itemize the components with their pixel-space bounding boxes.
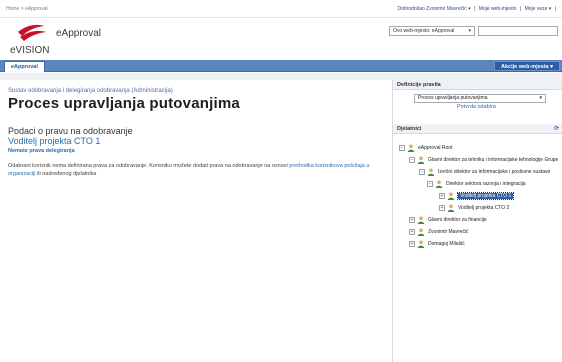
my-site-link[interactable]: Moje web-mjesto — [479, 6, 517, 12]
main-content: Sustav odobravanja i delegiranja odobrav… — [0, 80, 392, 362]
right-panel: Definicije pravila Proces upravljanja pu… — [393, 80, 562, 362]
no-delegation-rights: Nemate prava delegiranja — [8, 148, 75, 154]
person-icon — [427, 168, 435, 176]
person-icon — [447, 204, 455, 212]
role-title: Voditelj projekta CTO 1 — [8, 136, 101, 146]
person-icon — [417, 240, 425, 248]
definitions-header: Definicije pravila — [393, 80, 562, 90]
top-breadcrumb[interactable]: Home > eApproval — [6, 6, 48, 12]
definitions-box: Proces upravljanja putovanjima ▾ Potvrda… — [393, 90, 562, 116]
employees-header: Djelatnici ⟳ — [393, 124, 562, 134]
tree-node-label[interactable]: Direktor sektora razvoja i integracija — [446, 181, 525, 187]
site-actions-menu[interactable]: Akcije web-mjesta ▾ — [494, 61, 560, 71]
section-title: Podaci o pravu na odobravanje — [8, 126, 133, 136]
page-breadcrumb[interactable]: Sustav odobravanja i delegiranja odobrav… — [8, 88, 392, 94]
welcome-menu[interactable]: Dobrodošao Zvonimir Mavrečić ▾ — [398, 6, 471, 12]
person-icon — [417, 156, 425, 164]
separator: | — [474, 5, 476, 12]
tree-node[interactable]: − Direktor sektora razvoja i integracija — [393, 178, 562, 190]
tree-node-label[interactable]: Zvonimir Mavrečić — [428, 229, 469, 235]
employees-title: Djelatnici — [397, 126, 422, 132]
expand-icon[interactable]: + — [409, 217, 415, 223]
search-input[interactable] — [478, 26, 558, 36]
tree-node-label[interactable]: eApproval Root — [418, 145, 452, 151]
description-body: Odabrani korisnik nema definirana prava … — [8, 163, 288, 169]
global-top-bar: Home > eApproval Dobrodošao Zvonimir Mav… — [0, 0, 562, 18]
definition-select[interactable]: Proces upravljanja putovanjima ▾ — [414, 94, 546, 103]
collapse-icon[interactable]: − — [409, 157, 415, 163]
header-strip — [0, 73, 562, 80]
top-right-links: Dobrodošao Zvonimir Mavrečić ▾ | Moje we… — [396, 6, 556, 12]
refresh-icon[interactable]: ⟳ — [554, 124, 559, 134]
expand-icon[interactable]: + — [409, 241, 415, 247]
chevron-down-icon: ▾ — [468, 28, 471, 34]
tree-node-label[interactable]: Glavni direktor za tehniku i informacijs… — [428, 157, 558, 163]
tree-node[interactable]: + Glavni direktor za financije — [393, 214, 562, 226]
site-title[interactable]: eApproval — [56, 28, 101, 39]
expand-icon[interactable]: + — [439, 205, 445, 211]
confirm-selection-link[interactable]: Potvrda odabira — [457, 104, 496, 110]
tab-eapproval[interactable]: eApproval — [4, 61, 45, 72]
tree-node[interactable]: − Glavni direktor za tehniku i informacij… — [393, 154, 562, 166]
employee-tree: − eApproval Root − Glavni direktor za tehni… — [393, 134, 562, 250]
collapse-icon[interactable]: − — [419, 169, 425, 175]
tree-node[interactable]: + Voditelj projekta CTO 1 — [393, 190, 562, 202]
page-title: Proces upravljanja putovanjima — [8, 95, 240, 112]
evision-logo[interactable]: eVISION — [8, 22, 54, 56]
expand-icon[interactable]: + — [409, 229, 415, 235]
tree-node[interactable]: − eApproval Root — [393, 142, 562, 154]
tree-node-label[interactable]: Glavni direktor za financije — [428, 217, 487, 223]
tree-node[interactable]: − Izvršni direktor za informacijske i pos… — [393, 166, 562, 178]
person-icon — [407, 144, 415, 152]
chevron-down-icon: ▾ — [539, 95, 542, 101]
search-area: Ovo web-mjesto: eApproval ▾ — [389, 26, 558, 36]
tree-node-label-selected[interactable]: Voditelj projekta CTO 1 — [456, 192, 515, 200]
person-icon — [417, 216, 425, 224]
tree-node[interactable]: + Domagoj Milašić — [393, 238, 562, 250]
site-header: eVISION eApproval Ovo web-mjesto: eAppro… — [0, 18, 562, 60]
collapse-icon[interactable]: − — [427, 181, 433, 187]
expand-icon[interactable]: + — [439, 193, 445, 199]
tree-node-label[interactable]: Domagoj Milašić — [428, 241, 465, 247]
definitions-title: Definicije pravila — [397, 82, 441, 88]
my-links-menu[interactable]: Moje veze ▾ — [525, 6, 552, 12]
top-nav-bar: eApproval Akcije web-mjesta ▾ — [0, 60, 562, 72]
search-scope-value: Ovo web-mjesto: eApproval — [393, 28, 455, 34]
tree-node-label[interactable]: Voditelj projekta CTO 2 — [458, 205, 509, 211]
collapse-icon[interactable]: − — [399, 145, 405, 151]
separator: | — [554, 5, 556, 12]
person-icon — [447, 192, 455, 200]
separator: | — [519, 5, 522, 12]
person-icon — [435, 180, 443, 188]
search-scope-select[interactable]: Ovo web-mjesto: eApproval ▾ — [389, 26, 475, 36]
description-tail: ili nadređenog djelatnika — [37, 171, 97, 177]
tree-node-label[interactable]: Izvršni direktor za informacijske i posl… — [438, 169, 550, 175]
logo-text: eVISION — [10, 45, 49, 56]
description-text: Odabrani korisnik nema definirana prava … — [8, 162, 388, 178]
tree-node[interactable]: + Zvonimir Mavrečić — [393, 226, 562, 238]
definition-value: Proces upravljanja putovanjima — [418, 95, 488, 101]
person-icon — [417, 228, 425, 236]
tree-node[interactable]: + Voditelj projekta CTO 2 — [393, 202, 562, 214]
